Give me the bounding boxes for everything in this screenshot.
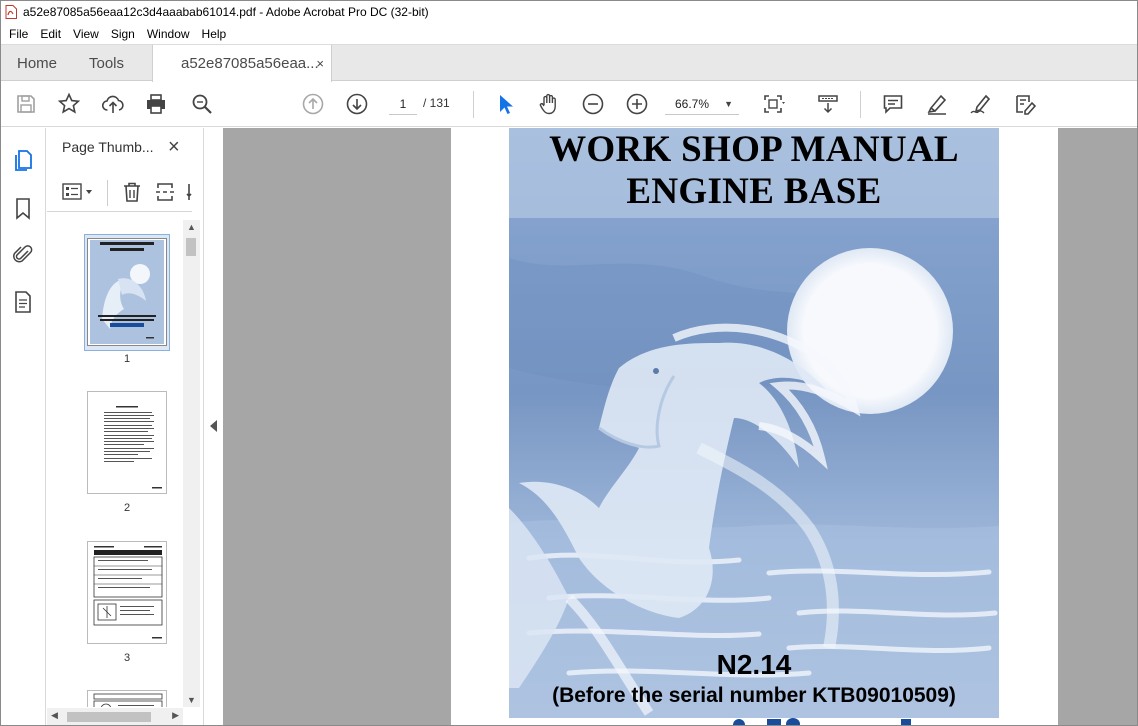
menu-view[interactable]: View [67, 24, 105, 44]
zoom-search-icon[interactable] [190, 92, 214, 116]
panel-splitter[interactable] [203, 128, 223, 725]
page-down-icon[interactable] [345, 92, 369, 116]
page-content-icon[interactable] [12, 290, 34, 314]
pdf-page: WORK SHOP MANUAL ENGINE BASE N2.14 (Befo… [451, 128, 1058, 725]
thumbnail-partial-page [93, 693, 163, 707]
fill-sign-icon[interactable] [1013, 92, 1037, 116]
tab-home[interactable]: Home [17, 45, 57, 82]
navigation-rail [1, 128, 46, 725]
serial-note: (Before the serial number KTB09010509) [552, 684, 956, 707]
thumbnail-vertical-scrollbar[interactable]: ▲ ▼ [183, 220, 200, 707]
model-number: N2.14 [716, 649, 792, 680]
acrobat-window: a52e87085a56eaa12c3d4aaabab61014.pdf - A… [0, 0, 1138, 726]
thumbnails-panel: Page Thumb... × 1 2 3 ▲ ▼ ◀ ▶ [47, 128, 202, 725]
more-tools-icon[interactable] [185, 180, 192, 204]
pdf-file-icon [5, 5, 17, 19]
attachments-icon[interactable] [12, 242, 34, 266]
main-toolbar: / 131 66.7% ▼ [1, 82, 1137, 127]
thumbnail-label-1: 1 [123, 353, 131, 365]
scroll-down-icon[interactable]: ▼ [187, 695, 196, 705]
trash-icon[interactable] [120, 180, 144, 204]
chevron-down-icon: ▼ [724, 99, 733, 109]
thumbnail-table-page [93, 546, 163, 639]
extract-pages-icon[interactable] [154, 180, 178, 204]
tab-bar: Home Tools a52e87085a56eaa... × [1, 44, 1137, 82]
tab-document-label: a52e87085a56eaa... [181, 55, 319, 72]
highlight-icon[interactable] [925, 92, 949, 116]
toolbar-divider [860, 91, 861, 118]
thumbnail-options-icon[interactable] [61, 181, 95, 203]
cover-artwork: WORK SHOP MANUAL ENGINE BASE N2.14 (Befo… [509, 128, 999, 718]
upload-icon[interactable] [101, 92, 125, 116]
thumbnail-toolbar [47, 174, 192, 212]
thumbnail-page-2[interactable] [87, 391, 167, 494]
page-total-label: / 131 [423, 96, 450, 110]
menu-help[interactable]: Help [196, 24, 233, 44]
close-panel-icon[interactable]: × [168, 136, 180, 159]
scroll-up-icon[interactable]: ▲ [187, 222, 196, 232]
menu-bar: File Edit View Sign Window Help [1, 23, 1137, 44]
window-title: a52e87085a56eaa12c3d4aaabab61014.pdf - A… [23, 5, 429, 19]
title-bar: a52e87085a56eaa12c3d4aaabab61014.pdf - A… [1, 1, 1137, 23]
tab-document[interactable]: a52e87085a56eaa... × [152, 45, 332, 82]
scroll-mode-icon[interactable] [816, 92, 840, 116]
fit-page-icon[interactable] [761, 92, 785, 116]
thumbnail-page-3[interactable] [87, 541, 167, 644]
thumbnail-list: 1 2 3 [47, 220, 183, 707]
menu-edit[interactable]: Edit [34, 24, 67, 44]
panel-title: Page Thumb... [62, 139, 154, 155]
select-cursor-icon[interactable] [494, 92, 518, 116]
menu-file[interactable]: File [3, 24, 34, 44]
collapse-panel-icon[interactable] [210, 420, 217, 432]
save-icon[interactable] [14, 92, 38, 116]
bookmark-star-icon[interactable] [57, 92, 81, 116]
document-title-line2: ENGINE BASE [626, 171, 882, 212]
thumbnail-cover-image [90, 240, 164, 344]
scroll-right-icon[interactable]: ▶ [172, 710, 179, 721]
zoom-out-icon[interactable] [581, 92, 605, 116]
document-view[interactable]: WORK SHOP MANUAL ENGINE BASE N2.14 (Befo… [223, 128, 1137, 725]
comment-icon[interactable] [881, 92, 905, 116]
thumbnail-page-1[interactable] [87, 238, 167, 346]
logo-partial [733, 718, 911, 725]
horse-moon-illustration [509, 128, 999, 718]
page-number-input[interactable] [389, 93, 417, 115]
close-tab-icon[interactable]: × [316, 45, 324, 82]
document-title-line1: WORK SHOP MANUAL [549, 129, 959, 170]
thumbnail-horizontal-scrollbar[interactable]: ◀ ▶ [47, 708, 183, 725]
scroll-left-icon[interactable]: ◀ [51, 710, 58, 721]
toolbar-divider [107, 180, 108, 206]
hand-icon[interactable] [537, 92, 561, 116]
menu-window[interactable]: Window [141, 24, 196, 44]
tab-tools[interactable]: Tools [89, 45, 124, 82]
page-up-icon[interactable] [301, 92, 325, 116]
zoom-level-dropdown[interactable]: 66.7% ▼ [665, 93, 739, 115]
thumbnail-label-2: 2 [123, 502, 131, 514]
thumbnail-text-page [104, 406, 162, 489]
sign-icon[interactable] [969, 92, 993, 116]
thumbnail-page-4[interactable] [87, 690, 167, 707]
scrollbar-thumb[interactable] [186, 238, 196, 256]
toolbar-divider [473, 91, 474, 118]
zoom-in-icon[interactable] [625, 92, 649, 116]
thumbnail-label-3: 3 [123, 652, 131, 664]
scrollbar-thumb[interactable] [67, 712, 151, 722]
bookmarks-icon[interactable] [12, 196, 34, 220]
zoom-level-value: 66.7% [675, 97, 710, 111]
menu-sign[interactable]: Sign [105, 24, 141, 44]
page-thumbnails-icon[interactable] [12, 148, 34, 172]
print-icon[interactable] [144, 92, 168, 116]
